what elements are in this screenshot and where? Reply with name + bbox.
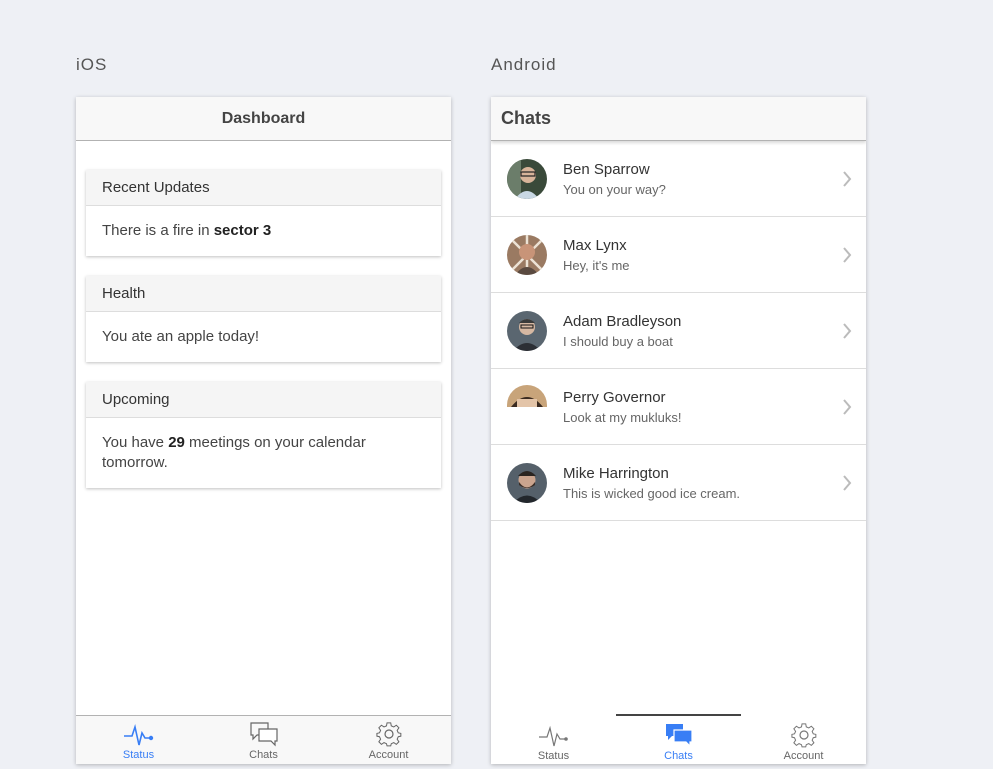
ios-phone: Dashboard Recent Updates There is a fire… xyxy=(76,97,451,764)
dashboard-content: Recent Updates There is a fire in sector… xyxy=(76,141,451,488)
android-phone: Chats Ben Sparrow You on your way? Max L… xyxy=(491,97,866,764)
chat-item-max-lynx[interactable]: Max Lynx Hey, it's me xyxy=(491,217,866,293)
avatar xyxy=(507,158,547,199)
tab-chats[interactable]: Chats xyxy=(616,714,741,764)
pulse-icon xyxy=(123,724,153,746)
avatar xyxy=(507,234,547,275)
android-tab-bar: Status Chats Account xyxy=(491,714,866,764)
tab-account[interactable]: Account xyxy=(326,716,451,764)
tab-account[interactable]: Account xyxy=(741,714,866,764)
pulse-icon xyxy=(538,725,568,747)
chevron-right-icon xyxy=(843,246,852,263)
chevron-right-icon xyxy=(843,474,852,491)
android-page-title: Chats xyxy=(501,108,552,128)
chat-list: Ben Sparrow You on your way? Max Lynx He… xyxy=(491,141,866,521)
tab-label: Account xyxy=(368,749,409,761)
chat-name: Adam Bradleyson xyxy=(563,312,682,330)
card-upcoming: Upcoming You have 29 meetings on your ca… xyxy=(86,382,441,488)
chat-item-ben-sparrow[interactable]: Ben Sparrow You on your way? xyxy=(491,141,866,217)
card-health: Health You ate an apple today! xyxy=(86,276,441,362)
tab-label: Status xyxy=(122,749,155,761)
tab-label: Status xyxy=(537,750,570,762)
chat-item-perry-governor[interactable]: Perry Governor Look at my mukluks! xyxy=(491,369,866,445)
chat-message: I should buy a boat xyxy=(563,333,673,349)
chevron-right-icon xyxy=(843,170,852,187)
gear-icon xyxy=(790,723,816,748)
card-header: Recent Updates xyxy=(86,170,441,206)
android-toolbar: Chats xyxy=(491,97,866,141)
chat-name: Max Lynx xyxy=(563,236,627,254)
card-header: Health xyxy=(86,276,441,312)
chat-message: This is wicked good ice cream. xyxy=(563,485,741,501)
ios-page-title: Dashboard xyxy=(221,109,306,127)
chevron-right-icon xyxy=(843,398,852,415)
card-body: You ate an apple today! xyxy=(86,312,441,362)
chat-name: Mike Harrington xyxy=(563,464,669,482)
tab-status[interactable]: Status xyxy=(76,716,201,764)
avatar xyxy=(507,385,547,407)
card-text: You have xyxy=(102,434,169,451)
card-recent-updates: Recent Updates There is a fire in sector… xyxy=(86,170,441,256)
card-header: Upcoming xyxy=(86,382,441,418)
tab-chats[interactable]: Chats xyxy=(201,716,326,764)
card-text-strong: sector 3 xyxy=(213,222,272,239)
card-text: You ate an apple today! xyxy=(102,328,260,345)
tab-label: Account xyxy=(783,750,824,762)
chat-message: Hey, it's me xyxy=(563,257,630,273)
chat-bubbles-icon xyxy=(249,722,278,747)
chat-message: You on your way? xyxy=(563,181,666,197)
ios-label: iOS xyxy=(76,55,108,74)
ios-nav-bar: Dashboard xyxy=(76,97,451,141)
chat-name: Ben Sparrow xyxy=(563,160,650,178)
tab-label: Chats xyxy=(664,750,693,762)
card-body: There is a fire in sector 3 xyxy=(86,206,441,256)
android-label: Android xyxy=(491,55,557,74)
gear-icon xyxy=(375,722,401,747)
card-text-strong: 29 xyxy=(168,434,185,451)
tab-status[interactable]: Status xyxy=(491,714,616,764)
card-body: You have 29 meetings on your calendar to… xyxy=(86,418,441,488)
tab-label: Chats xyxy=(249,749,278,761)
chat-message: Look at my mukluks! xyxy=(563,409,682,425)
avatar xyxy=(507,462,547,503)
card-text: There is a fire in xyxy=(102,222,214,239)
ios-tab-bar: Status Chats Account xyxy=(76,715,451,764)
chat-bubbles-icon xyxy=(665,724,693,748)
chat-name: Perry Governor xyxy=(563,388,666,406)
avatar xyxy=(507,310,547,351)
chat-item-mike-harrington[interactable]: Mike Harrington This is wicked good ice … xyxy=(491,445,866,521)
chat-item-adam-bradleyson[interactable]: Adam Bradleyson I should buy a boat xyxy=(491,293,866,369)
chevron-right-icon xyxy=(843,322,852,339)
